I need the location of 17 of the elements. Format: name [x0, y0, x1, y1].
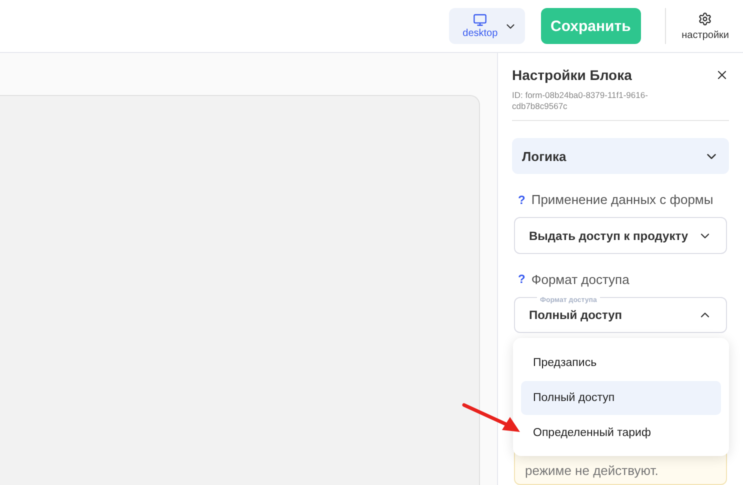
panel-title: Настройки Блока — [512, 67, 632, 83]
close-icon[interactable] — [715, 68, 729, 82]
field-label: Применение данных с формы — [531, 192, 714, 208]
dropdown-option[interactable]: Полный доступ — [521, 381, 721, 415]
help-icon[interactable]: ? — [518, 192, 526, 207]
select-field[interactable]: Выдать доступ к продукту — [514, 217, 727, 254]
settings-button[interactable]: настройки — [682, 12, 729, 40]
device-selector[interactable]: desktop — [448, 8, 525, 44]
monitor-icon — [473, 13, 488, 27]
field-label: Формат доступа — [531, 272, 630, 287]
device-label: desktop — [462, 28, 498, 39]
help-icon[interactable]: ? — [518, 272, 526, 286]
block-id: ID: form-08b24ba0-8379-11f1-9616-cdb7b8c9567c — [512, 90, 649, 112]
logic-section-header[interactable]: Логика — [512, 138, 729, 174]
annotation-arrow — [462, 402, 522, 434]
dropdown-option[interactable]: Предзапись — [521, 346, 721, 380]
settings-icon — [698, 12, 712, 26]
